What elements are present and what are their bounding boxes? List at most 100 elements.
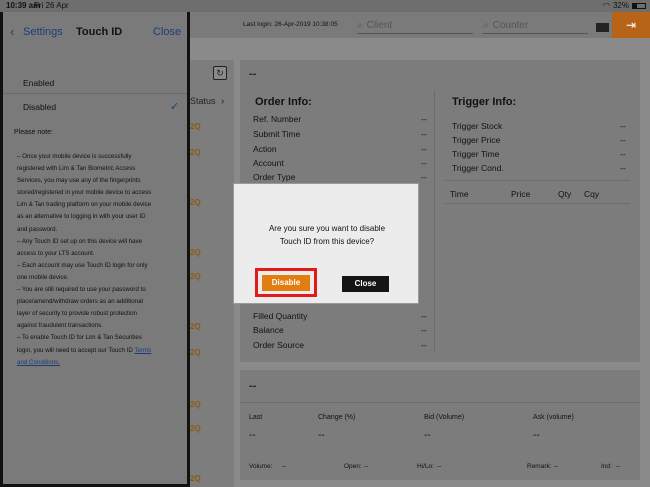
list-item[interactable]: 2Q: [190, 272, 201, 281]
field-label: Trigger Time: [452, 149, 500, 159]
field-value: --: [421, 172, 427, 182]
remark-value: --: [554, 463, 559, 470]
logout-button[interactable]: ⇥: [612, 12, 650, 38]
hilo-value: --: [437, 463, 442, 470]
hilo-label: Hi/Lo:: [417, 463, 434, 470]
note-line: – To enable Touch ID for Lim & Tan Secur…: [17, 334, 142, 342]
note-line: layer of security to provide robust prot…: [17, 310, 138, 318]
note-line: place/amend/withdraw orders as an additi…: [17, 298, 143, 306]
last-label: Last: [249, 414, 263, 421]
settings-back-button[interactable]: Settings: [23, 26, 63, 38]
note-line: – Once your mobile device is successfull…: [17, 153, 132, 160]
trigger-col-cqy: Cqy: [584, 189, 600, 199]
order-list: Status 2Q 2Q 2Q 2Q 2Q 2Q 2Q 2Q 2Q 2Q: [190, 60, 234, 487]
note-line: – Any Touch ID set up on this device wil…: [17, 237, 143, 245]
divider: [240, 402, 640, 403]
field-label: Account: [253, 158, 284, 168]
field-value: --: [421, 158, 427, 168]
ask-value: --: [533, 430, 540, 441]
chevron-right-icon[interactable]: ›: [221, 96, 224, 107]
terms-link-continued[interactable]: and Conditions.: [17, 357, 181, 369]
divider: [434, 90, 435, 352]
chevron-left-icon[interactable]: ‹: [10, 24, 14, 39]
field-label: Submit Time: [253, 129, 301, 139]
ind-value: --: [616, 463, 621, 470]
ind-label: Ind:: [601, 463, 612, 470]
status-bar: 10:39 am Fri 26 Apr ◠ 32%: [0, 0, 650, 12]
field-value: --: [421, 129, 427, 139]
ask-label: Ask (volume): [533, 414, 574, 421]
field-label: Action: [253, 144, 277, 154]
option-enabled[interactable]: Enabled: [3, 72, 187, 94]
trigger-col-price: Price: [511, 189, 531, 199]
list-item[interactable]: 2Q: [190, 424, 201, 433]
last-value: --: [249, 430, 256, 441]
list-item[interactable]: 2Q: [190, 248, 201, 257]
field-value: --: [620, 135, 626, 145]
note-line: – You are still required to use your pas…: [17, 286, 146, 294]
order-info-title: Order Info:: [255, 96, 312, 108]
change-value: --: [318, 430, 325, 441]
settings-nav-bar: ‹ Settings Touch ID Close: [3, 12, 187, 52]
list-item[interactable]: 2Q: [190, 122, 201, 131]
status-right: ◠ 32%: [603, 1, 646, 10]
note-line-with-link: login, you will need to accept our Touch…: [17, 345, 181, 357]
disable-touch-id-dialog: Are you sure you want to disable Touch I…: [233, 183, 419, 304]
touch-id-settings-panel: ‹ Settings Touch ID Close Enabled Disabl…: [0, 12, 190, 487]
list-item[interactable]: 2Q: [190, 322, 201, 331]
search-icon: ⌕: [357, 19, 363, 31]
note-line: access to your LTS account.: [17, 249, 95, 257]
note-title: Please note:: [14, 129, 53, 136]
mail-icon[interactable]: [596, 23, 609, 32]
search-icon: ⌕: [483, 19, 489, 31]
client-search[interactable]: ⌕ Client: [357, 17, 473, 34]
field-value: --: [620, 149, 626, 159]
wifi-icon: ◠: [603, 1, 610, 10]
bid-label: Bid (Volume): [424, 414, 465, 421]
note-line: against fraudulent transactions.: [17, 322, 103, 330]
terms-link[interactable]: Terms: [134, 347, 151, 354]
remark-label: Remark:: [527, 463, 552, 470]
volume-value: --: [282, 463, 287, 470]
status-header: Status: [190, 96, 216, 106]
refresh-icon[interactable]: ↻: [213, 66, 227, 80]
dialog-message-line2: Touch ID from this device?: [279, 237, 375, 246]
note-line: as an alternative to logging in with you…: [17, 213, 146, 221]
divider: [445, 203, 630, 204]
list-item[interactable]: 2Q: [190, 474, 201, 483]
field-value: --: [620, 163, 626, 173]
open-label: Open:: [344, 463, 362, 470]
counter-search[interactable]: ⌕ Counter: [483, 17, 588, 34]
note-line-text: login, you will need to accept our Touch…: [17, 346, 133, 354]
battery-icon: [632, 2, 646, 9]
list-item[interactable]: 2Q: [190, 148, 201, 157]
field-label: Trigger Cond.: [452, 163, 504, 173]
field-label: Order Type: [253, 172, 296, 182]
list-item[interactable]: 2Q: [190, 348, 201, 357]
dialog-close-button[interactable]: Close: [342, 276, 389, 292]
disable-button[interactable]: Disable: [262, 275, 310, 291]
field-label: Trigger Stock: [452, 121, 503, 131]
note-line: stored/registered in your mobile device …: [17, 189, 152, 197]
list-item[interactable]: 2Q: [190, 400, 201, 409]
quote-title: --: [249, 380, 257, 392]
field-label: Trigger Price: [452, 135, 501, 145]
option-disabled[interactable]: Disabled: [3, 96, 187, 118]
logout-icon: ⇥: [625, 18, 637, 32]
note-line: Services, you may use any of the fingerp…: [17, 177, 141, 185]
volume-label: Volume:: [249, 463, 273, 470]
list-item[interactable]: 2Q: [190, 198, 201, 207]
client-placeholder: Client: [366, 19, 393, 31]
note-line: Lim & Tan trading platform on your mobil…: [17, 201, 152, 209]
field-label: Balance: [253, 325, 284, 335]
settings-close-button[interactable]: Close: [153, 26, 181, 38]
field-label: Order Source: [253, 340, 305, 350]
change-label: Change (%): [318, 414, 356, 421]
date: Fri 26 Apr: [34, 1, 69, 10]
counter-placeholder: Counter: [492, 19, 529, 31]
note-line: one mobile device.: [17, 273, 69, 281]
trigger-info-title: Trigger Info:: [452, 96, 517, 108]
note-line: registered with Lim & Tan Biometric Acce…: [17, 165, 136, 173]
field-label: Filled Quantity: [253, 311, 308, 321]
touch-id-notes: – Once your mobile device is successfull…: [17, 151, 181, 369]
